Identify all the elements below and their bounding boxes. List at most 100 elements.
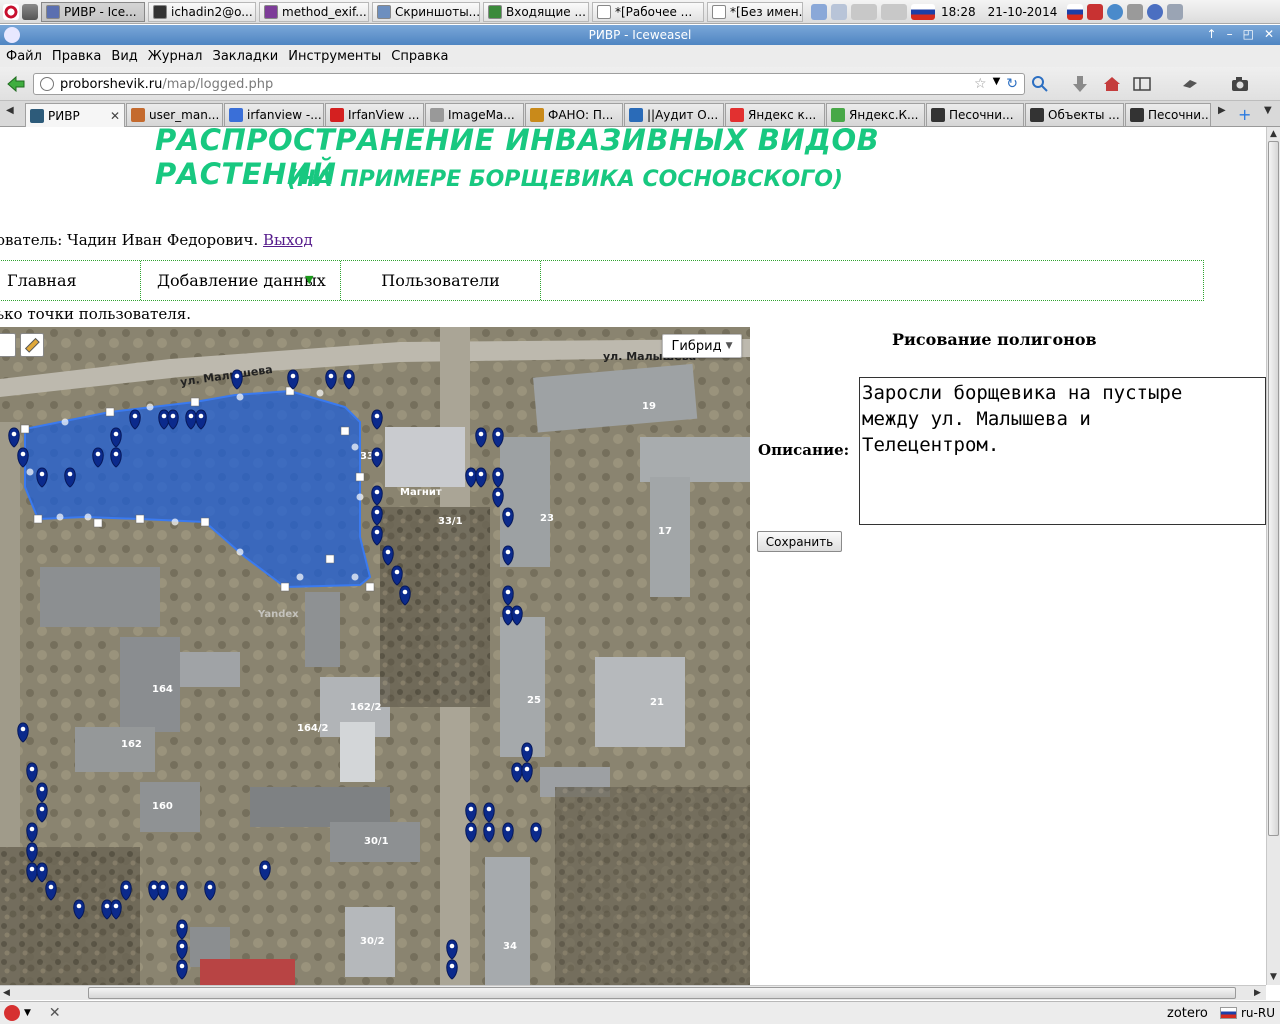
browser-launcher-icon[interactable] <box>811 3 827 20</box>
sidebar-toggle-icon[interactable] <box>1132 74 1152 94</box>
horizontal-scroll-thumb[interactable] <box>88 987 1236 999</box>
hammer-icon[interactable] <box>22 3 38 20</box>
browser-tab[interactable]: Яндекс к... <box>725 103 825 126</box>
polygon-midpoint-handle[interactable] <box>146 403 154 411</box>
polygon-vertex-handle[interactable] <box>20 424 30 434</box>
maximize-button-icon[interactable]: ◰ <box>1243 27 1254 41</box>
sync-icon[interactable] <box>1107 3 1124 20</box>
site-identity-icon[interactable] <box>40 77 54 91</box>
polygon-vertex-handle[interactable] <box>93 518 103 528</box>
satellite-map[interactable]: ул. Малышева ул. Малышева 19 33 Магнит 3… <box>0 327 750 985</box>
polygon-vertex-handle[interactable] <box>365 582 375 592</box>
scroll-right-icon[interactable]: ▶ <box>1254 988 1261 998</box>
minimize-button-icon[interactable]: – <box>1227 27 1233 41</box>
browser-tab[interactable]: ФАНО: П... <box>525 103 623 126</box>
browser-tab[interactable]: РИВР ✕ <box>25 103 125 127</box>
adblock-icon[interactable] <box>4 1005 20 1021</box>
polygon-vertex-handle[interactable] <box>355 472 365 482</box>
window-titlebar[interactable]: РИВР - Iceweasel ↑ – ◰ ✕ <box>0 25 1280 45</box>
workspace-2-icon[interactable] <box>881 3 907 20</box>
scroll-down-icon[interactable]: ▼ <box>1270 972 1277 982</box>
map-view[interactable]: ул. Малышева ул. Малышева 19 33 Магнит 3… <box>0 327 750 985</box>
browser-tab[interactable]: Яндекс.К... <box>826 103 925 126</box>
menu-bookmarks[interactable]: Закладки <box>213 49 279 64</box>
url-history-dropdown-icon[interactable]: ▼ <box>993 76 1001 92</box>
browser-tab[interactable]: irfanview -... <box>224 103 324 126</box>
taskbar-item[interactable]: Входящие ... <box>483 1 589 22</box>
nav-users[interactable]: Пользователи <box>341 261 541 300</box>
polygon-midpoint-handle[interactable] <box>171 518 179 526</box>
taskbar-item[interactable]: *[Рабочее ... <box>592 1 704 22</box>
polygon-vertex-handle[interactable] <box>105 407 115 417</box>
browser-tab[interactable]: Песочни... <box>1125 103 1211 126</box>
polygon-vertex-handle[interactable] <box>190 397 200 407</box>
url-bar[interactable]: proborshevik.ru/map/logged.php ☆ ▼ ↻ <box>33 73 1025 95</box>
download-icon[interactable] <box>1070 74 1090 94</box>
close-addon-bar-icon[interactable]: ✕ <box>49 1005 61 1021</box>
menu-tools[interactable]: Инструменты <box>288 49 381 64</box>
taskbar-item[interactable]: *[Без имен... <box>707 1 803 22</box>
taskbar-item[interactable]: РИВР - Ice... <box>41 1 145 22</box>
polygon-vertex-handle[interactable] <box>135 514 145 524</box>
browser-tab[interactable]: Песочни... <box>926 103 1024 126</box>
network-icon[interactable] <box>1087 3 1104 20</box>
menu-history[interactable]: Журнал <box>148 49 203 64</box>
polygon-midpoint-handle[interactable] <box>61 418 69 426</box>
vertical-scroll-thumb[interactable] <box>1268 141 1279 836</box>
polygon-midpoint-handle[interactable] <box>316 389 324 397</box>
iceweasel-app-icon[interactable] <box>4 27 20 43</box>
map-type-selector[interactable]: Гибрид ▼ <box>662 334 742 358</box>
vertical-scrollbar[interactable]: ▲ ▼ <box>1266 127 1280 985</box>
scroll-up-icon[interactable]: ▲ <box>1270 129 1277 139</box>
adblock-dropdown-icon[interactable]: ▼ <box>24 1008 31 1018</box>
menu-help[interactable]: Справка <box>391 49 448 64</box>
polygon-vertex-handle[interactable] <box>33 514 43 524</box>
polygon-midpoint-handle[interactable] <box>236 548 244 556</box>
browser-tab[interactable]: ImageMa... <box>425 103 524 126</box>
polygon-midpoint-handle[interactable] <box>356 493 364 501</box>
addon-icon[interactable] <box>1180 74 1200 94</box>
iceweasel-tray-icon[interactable] <box>1147 3 1164 20</box>
link-icon[interactable] <box>1127 3 1144 20</box>
tab-scroll-left-icon[interactable]: ◀ <box>6 105 14 116</box>
reload-icon[interactable]: ↻ <box>1006 76 1018 92</box>
description-textarea[interactable]: Заросли борщевика на пустыре между ул. М… <box>859 377 1266 525</box>
search-icon[interactable] <box>1030 74 1050 94</box>
menu-edit[interactable]: Правка <box>52 49 101 64</box>
polygon-vertex-handle[interactable] <box>200 517 210 527</box>
close-button-icon[interactable]: ✕ <box>1264 27 1274 41</box>
home-icon[interactable] <box>1102 74 1122 94</box>
shade-button-icon[interactable]: ↑ <box>1207 27 1217 41</box>
taskbar-item[interactable]: method_exif... <box>259 1 369 22</box>
tab-scroll-right-icon[interactable]: ▶ <box>1218 105 1226 116</box>
scroll-left-icon[interactable]: ◀ <box>3 988 10 998</box>
polygon-vertex-handle[interactable] <box>340 426 350 436</box>
logout-link[interactable]: Выход <box>263 231 313 249</box>
polygon-vertex-handle[interactable] <box>280 582 290 592</box>
browser-tab[interactable]: user_man... <box>126 103 223 126</box>
save-button[interactable]: Сохранить <box>757 531 842 552</box>
map-zoom-tool-icon[interactable] <box>0 333 16 357</box>
map-ruler-tool-icon[interactable] <box>20 333 44 357</box>
polygon-vertex-handle[interactable] <box>325 554 335 564</box>
workspace-1-icon[interactable] <box>851 3 877 20</box>
polygon-midpoint-handle[interactable] <box>56 513 64 521</box>
tab-close-icon[interactable]: ✕ <box>106 109 120 123</box>
taskbar-item[interactable]: Скриншоты... <box>372 1 480 22</box>
locale-indicator[interactable]: ru-RU <box>1241 1006 1275 1020</box>
keyboard-layout-flag-icon[interactable] <box>911 3 935 20</box>
polygon-midpoint-handle[interactable] <box>351 443 359 451</box>
taskbar-item[interactable]: ichadin2@o... <box>148 1 256 22</box>
browser-tab[interactable]: Объекты ... <box>1025 103 1124 126</box>
polygon-midpoint-handle[interactable] <box>351 573 359 581</box>
polygon-midpoint-handle[interactable] <box>26 468 34 476</box>
polygon-midpoint-handle[interactable] <box>236 393 244 401</box>
user-icon[interactable] <box>1167 3 1184 20</box>
polygon-midpoint-handle[interactable] <box>84 513 92 521</box>
menu-view[interactable]: Вид <box>111 49 137 64</box>
horizontal-scrollbar[interactable]: ◀ ▶ <box>0 985 1266 1000</box>
tab-list-icon[interactable]: ▼ <box>1264 105 1272 116</box>
debian-menu-icon[interactable] <box>3 3 19 20</box>
polygon-midpoint-handle[interactable] <box>296 573 304 581</box>
nav-home[interactable]: Главная <box>0 261 141 300</box>
